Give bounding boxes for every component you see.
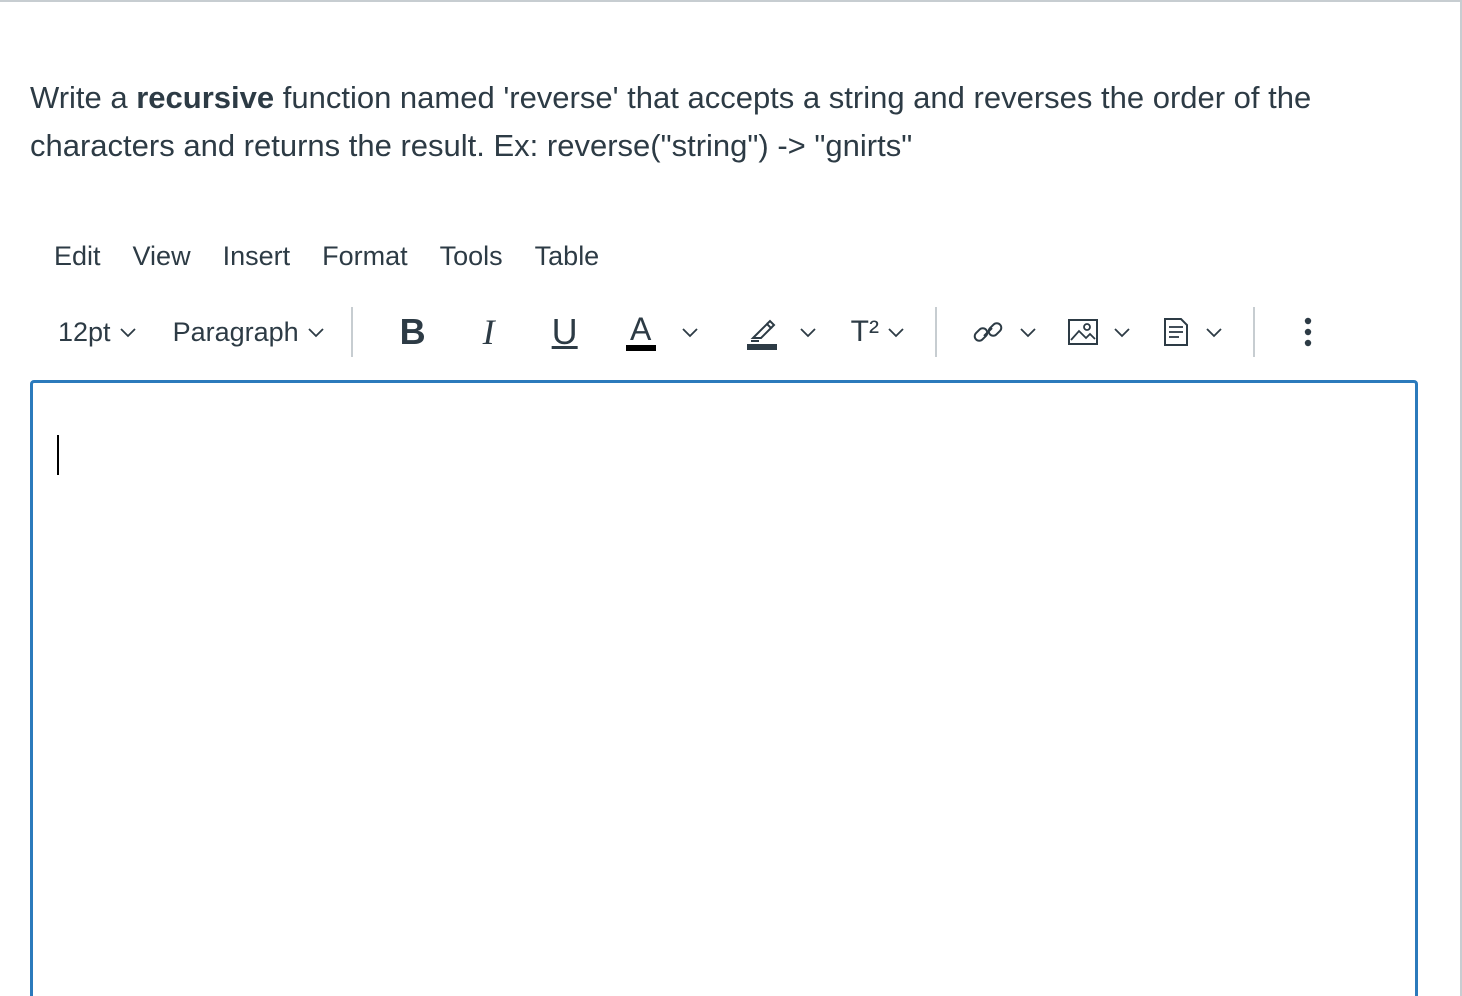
image-icon	[1067, 319, 1098, 345]
link-icon	[973, 322, 1003, 342]
superscript-button[interactable]: T²	[843, 307, 913, 357]
menu-insert[interactable]: Insert	[207, 236, 307, 276]
toolbar-separator	[350, 307, 353, 357]
document-button[interactable]	[1153, 307, 1231, 357]
block-format-select[interactable]: Paragraph	[165, 307, 333, 357]
chevron-down-icon[interactable]	[1113, 323, 1131, 341]
rich-text-editor[interactable]	[30, 380, 1418, 996]
underline-icon: U	[551, 311, 578, 352]
menu-format[interactable]: Format	[306, 236, 424, 276]
highlight-swatch	[746, 344, 777, 350]
italic-icon: I	[482, 312, 495, 352]
editor-toolbar: 12pt Paragraph B I U A T²	[44, 304, 1414, 360]
document-icon	[1163, 318, 1188, 346]
chevron-down-icon[interactable]	[1019, 323, 1037, 341]
more-options-button[interactable]	[1295, 307, 1321, 357]
text-color-button[interactable]: A	[615, 307, 707, 357]
page: Write a recursive function named 'revers…	[0, 0, 1462, 996]
chevron-down-icon[interactable]	[887, 323, 905, 341]
underline-button[interactable]: U	[539, 307, 591, 357]
more-vertical-icon	[1304, 317, 1312, 347]
menu-view[interactable]: View	[117, 236, 207, 276]
highlight-color-button[interactable]	[739, 307, 825, 357]
menu-edit[interactable]: Edit	[38, 236, 117, 276]
chevron-down-icon[interactable]	[681, 323, 699, 341]
editor-menubar: Edit View Insert Format Tools Table	[38, 236, 615, 276]
text-caret	[57, 435, 59, 475]
chevron-down-icon	[308, 328, 324, 338]
superscript-icon: T²	[850, 315, 879, 348]
highlighter-pen-icon	[750, 319, 776, 342]
menu-tools[interactable]: Tools	[424, 236, 519, 276]
font-size-select[interactable]: 12pt	[44, 307, 145, 357]
block-format-value: Paragraph	[172, 316, 299, 347]
question-text: Write a recursive function named 'revers…	[30, 74, 1410, 170]
link-button[interactable]	[963, 307, 1045, 357]
bold-button[interactable]: B	[387, 307, 439, 357]
font-size-value: 12pt	[58, 316, 111, 347]
question-part-1: Write a	[30, 80, 137, 115]
italic-button[interactable]: I	[463, 307, 515, 357]
image-button[interactable]	[1059, 307, 1139, 357]
highlighter-icon	[746, 314, 777, 350]
text-color-swatch	[625, 345, 656, 351]
text-color-icon: A	[623, 313, 659, 351]
chevron-down-icon[interactable]	[1205, 323, 1223, 341]
bold-icon: B	[399, 311, 426, 352]
text-color-letter: A	[629, 311, 652, 347]
question-bold-word: recursive	[136, 80, 275, 115]
chevron-down-icon[interactable]	[799, 323, 817, 341]
chevron-down-icon	[119, 328, 136, 338]
toolbar-separator	[1252, 307, 1255, 357]
toolbar-separator	[934, 307, 937, 357]
menu-table[interactable]: Table	[519, 236, 616, 276]
